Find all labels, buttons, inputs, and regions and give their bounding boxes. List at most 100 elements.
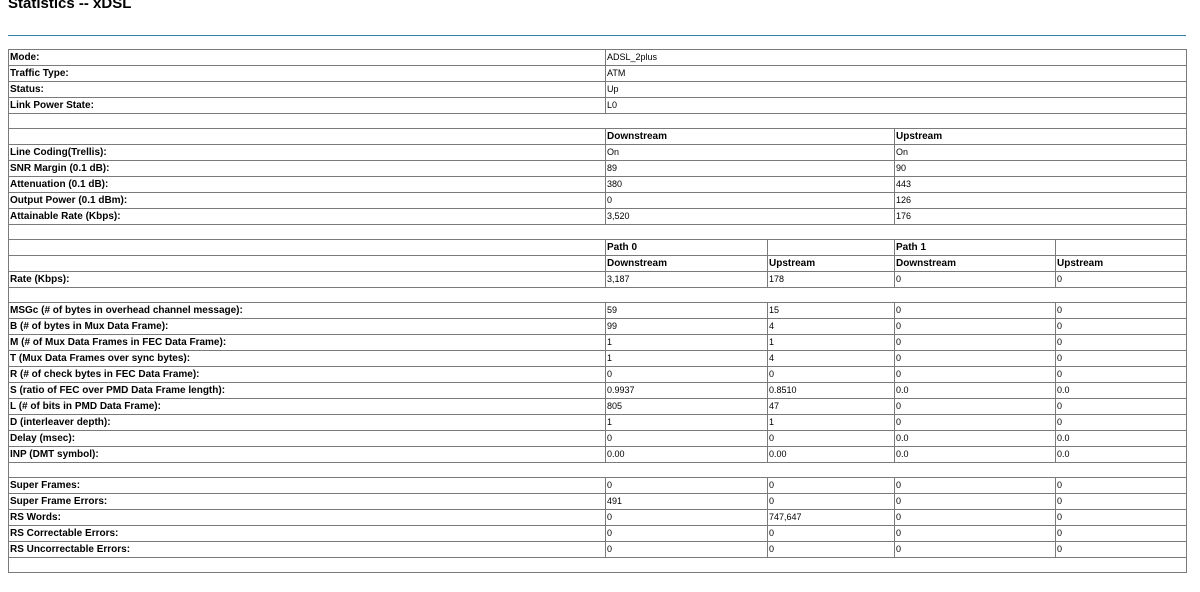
row-label: Mode: bbox=[8, 49, 606, 66]
path-value: 0 bbox=[1054, 366, 1188, 383]
path-value: 0.0 bbox=[1054, 446, 1188, 463]
path-value: 0.0 bbox=[894, 430, 1056, 447]
path-value: 15 bbox=[767, 302, 895, 319]
spacer-cell bbox=[7, 462, 1188, 478]
table-row: Delay (msec): 0 0 0.0 0.0 bbox=[8, 430, 1188, 447]
path-value: 747,647 bbox=[767, 509, 895, 526]
path-value: 0 bbox=[605, 541, 768, 558]
header-path-1: Path 1 bbox=[894, 239, 1056, 256]
header-upstream: Upstream bbox=[893, 128, 1188, 145]
path-value: 0 bbox=[1054, 318, 1188, 335]
downstream-value: 380 bbox=[605, 176, 895, 193]
table-row: B (# of bytes in Mux Data Frame): 99 4 0 0 bbox=[8, 318, 1188, 335]
table-row: M (# of Mux Data Frames in FEC Data Fram… bbox=[8, 334, 1188, 351]
row-label: RS Correctable Errors: bbox=[8, 525, 606, 542]
path-value: 1 bbox=[605, 414, 768, 431]
table-row: RS Uncorrectable Errors: 0 0 0 0 bbox=[8, 541, 1188, 558]
upstream-value: 176 bbox=[893, 208, 1188, 225]
upstream-value: 90 bbox=[893, 160, 1188, 177]
spacer-row bbox=[7, 557, 1188, 573]
path-value: 491 bbox=[605, 493, 768, 510]
header-direction: Downstream bbox=[605, 255, 768, 272]
path-value: 0.0 bbox=[1054, 382, 1188, 399]
path-value: 4 bbox=[767, 318, 895, 335]
downstream-value: 0 bbox=[605, 192, 895, 209]
row-value: L0 bbox=[604, 97, 1188, 114]
table-row: Mode: ADSL_2plus bbox=[8, 49, 1188, 66]
path-value: 0 bbox=[1054, 398, 1188, 415]
path-value: 0 bbox=[1054, 271, 1188, 288]
row-value: ATM bbox=[604, 65, 1188, 82]
row-label: Traffic Type: bbox=[8, 65, 606, 82]
row-label: Delay (msec): bbox=[8, 430, 606, 447]
row-label: Super Frame Errors: bbox=[8, 493, 606, 510]
row-label: S (ratio of FEC over PMD Data Frame leng… bbox=[8, 382, 606, 399]
path-value: 0 bbox=[894, 414, 1056, 431]
path-value: 0.0 bbox=[1054, 430, 1188, 447]
path-value: 0 bbox=[767, 525, 895, 542]
path-value: 0 bbox=[605, 430, 768, 447]
header-blank bbox=[8, 255, 606, 272]
row-label: R (# of check bytes in FEC Data Frame): bbox=[8, 366, 606, 383]
path-value: 178 bbox=[767, 271, 895, 288]
row-label: D (interleaver depth): bbox=[8, 414, 606, 431]
path-value: 59 bbox=[605, 302, 768, 319]
path-value: 0 bbox=[894, 271, 1056, 288]
stats-table-body: Mode: ADSL_2plus Traffic Type: ATM Status: Up… bbox=[7, 49, 1188, 573]
path-value: 0 bbox=[894, 302, 1056, 319]
row-label: Status: bbox=[8, 81, 606, 98]
row-label: Link Power State: bbox=[8, 97, 606, 114]
spacer-cell bbox=[7, 557, 1188, 573]
path-value: 0 bbox=[605, 509, 768, 526]
path-value: 0 bbox=[894, 509, 1056, 526]
table-row: Output Power (0.1 dBm): 0 126 bbox=[8, 192, 1188, 209]
spacer-cell bbox=[7, 224, 1188, 240]
path-value: 0.00 bbox=[767, 446, 895, 463]
row-label: Output Power (0.1 dBm): bbox=[8, 192, 606, 209]
path-value: 4 bbox=[767, 350, 895, 367]
table-row: R (# of check bytes in FEC Data Frame): 0… bbox=[8, 366, 1188, 383]
upstream-value: 126 bbox=[893, 192, 1188, 209]
path-value: 0 bbox=[894, 350, 1056, 367]
downstream-value: On bbox=[605, 144, 895, 161]
downstream-value: 89 bbox=[605, 160, 895, 177]
row-label: M (# of Mux Data Frames in FEC Data Fram… bbox=[8, 334, 606, 351]
path-value: 0 bbox=[894, 477, 1056, 494]
path-value: 0 bbox=[605, 525, 768, 542]
path-value: 0 bbox=[894, 366, 1056, 383]
path-value: 0 bbox=[894, 334, 1056, 351]
header-direction: Upstream bbox=[767, 255, 895, 272]
path-value: 99 bbox=[605, 318, 768, 335]
table-row: Rate (Kbps): 3,187 178 0 0 bbox=[8, 271, 1188, 288]
line-header-row: Downstream Upstream bbox=[8, 128, 1188, 145]
path-value: 1 bbox=[767, 334, 895, 351]
spacer-cell bbox=[7, 287, 1188, 303]
table-row: Link Power State: L0 bbox=[8, 97, 1188, 114]
path-value: 0.8510 bbox=[767, 382, 895, 399]
row-value: ADSL_2plus bbox=[604, 49, 1188, 66]
table-row: SNR Margin (0.1 dB): 89 90 bbox=[8, 160, 1188, 177]
path-value: 0 bbox=[605, 366, 768, 383]
path-value: 0 bbox=[1054, 302, 1188, 319]
header-blank bbox=[767, 239, 895, 256]
row-label: Rate (Kbps): bbox=[8, 271, 606, 288]
row-label: RS Words: bbox=[8, 509, 606, 526]
path-value: 0.0 bbox=[894, 382, 1056, 399]
table-row: Super Frames: 0 0 0 0 bbox=[8, 477, 1188, 494]
header-blank bbox=[8, 128, 606, 145]
path-value: 0 bbox=[1054, 525, 1188, 542]
path-value: 0 bbox=[767, 541, 895, 558]
path-value: 0.00 bbox=[605, 446, 768, 463]
row-label: Attainable Rate (Kbps): bbox=[8, 208, 606, 225]
header-path-0: Path 0 bbox=[605, 239, 768, 256]
row-value: Up bbox=[604, 81, 1188, 98]
path-value: 0 bbox=[1054, 414, 1188, 431]
table-row: RS Correctable Errors: 0 0 0 0 bbox=[8, 525, 1188, 542]
spacer-row bbox=[7, 224, 1188, 240]
table-row: Status: Up bbox=[8, 81, 1188, 98]
path-value: 0 bbox=[1054, 509, 1188, 526]
spacer-row bbox=[7, 113, 1188, 129]
table-row: L (# of bits in PMD Data Frame): 805 47 0 0 bbox=[8, 398, 1188, 415]
path-value: 0 bbox=[1054, 477, 1188, 494]
path-value: 0 bbox=[1054, 541, 1188, 558]
